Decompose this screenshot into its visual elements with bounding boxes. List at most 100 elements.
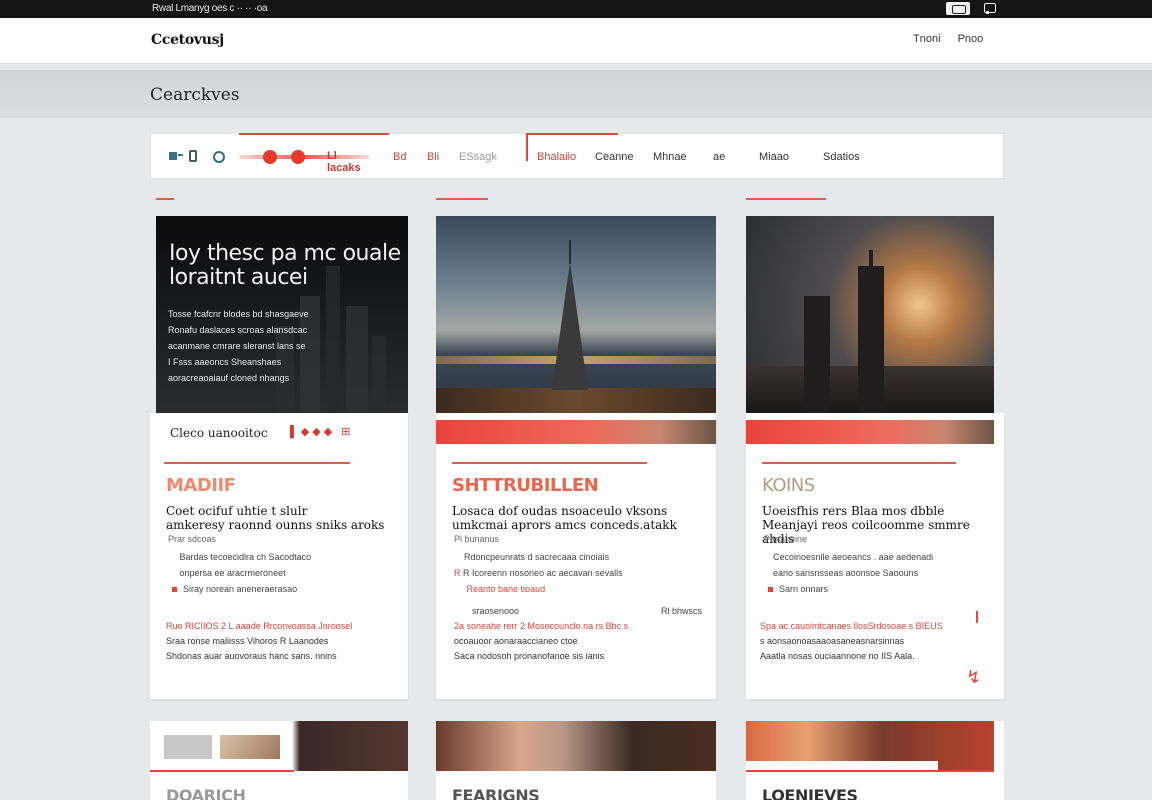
chip-label: Ll lacaks <box>327 150 361 174</box>
card-body: Cleco uanooitoc ▌◆◆◆ ⊞ MADIIF Coet ocifu… <box>150 413 408 699</box>
tab-bd[interactable]: Bd <box>393 151 406 163</box>
card-title[interactable]: MADIIF <box>166 475 236 496</box>
card-rule <box>746 770 994 772</box>
card-lead: Coet ocifuf uhtie t slulr amkeresy raonn… <box>166 504 384 532</box>
tab-ae[interactable]: ae <box>713 151 725 163</box>
kicker-rule <box>452 462 647 464</box>
card-image <box>436 721 716 771</box>
card-meta: Pl bunanus <box>454 534 500 544</box>
header-link-2[interactable]: Pnoo <box>958 33 984 45</box>
list-item: onpersa ee aracrmeroneet <box>179 568 286 578</box>
header-link-1[interactable]: Tnoni <box>913 33 941 45</box>
list-item: Sarn onnars <box>768 581 933 597</box>
grid-view-icon[interactable] <box>169 150 183 162</box>
mid-label: Rl bhwscs <box>660 606 702 616</box>
card-rule <box>150 770 294 772</box>
system-bar-text: Rwal Lmanyg oes c ·· ·· ·oa <box>152 3 268 14</box>
card-list: Rdoncpeunrats d sacrecaaa cinoiais R R I… <box>454 549 623 597</box>
card-lead-line: Losaca dof oudas nsoaceulo vksons <box>452 504 668 518</box>
section-band: Cearckves <box>0 70 1152 118</box>
footer-line: Spa ac cauoimtcanaes IlosSrdosoae s BIEU… <box>760 621 943 631</box>
list-item: Bardas tecoecidlra ch Sacodtaco <box>179 552 312 562</box>
card-mid-row: sraosenooo Rl bhwscs <box>472 603 702 619</box>
card-title-text: MADIIF <box>166 475 236 496</box>
card-lead-line: Uoeisfhis rers Blaa mos dbble <box>762 504 945 518</box>
list-item: Cecoinoesnlle aeoeancs . aae aedenadi <box>773 552 934 562</box>
spire <box>569 240 571 264</box>
tab-bli[interactable]: Bli <box>427 151 439 163</box>
image-body-line: acanmane cmrare sleranst lans se <box>168 341 306 351</box>
filter-chip[interactable]: Ll lacaks <box>239 147 369 174</box>
card-lead-line: Coet ocifuf uhtie t slulr <box>166 504 308 518</box>
image-body-line: aoracreaoaiauf cloned nhangs <box>168 373 290 383</box>
filter-toolbar: Ll lacaks Bd Bli ESsagk Bhalaiio Ceanne … <box>150 133 1004 179</box>
flame-icon: ❙ <box>972 609 983 623</box>
tab-sdatios[interactable]: Sdatios <box>823 151 860 163</box>
tab-miaao[interactable]: Miaao <box>759 151 789 163</box>
footer-line: Ruo RICIIOS 2 L aaade Rrconvoassa Jnroos… <box>166 621 353 631</box>
tab-mhnae[interactable]: Mhnae <box>653 151 687 163</box>
app-header: Ccetovusj Tnoni Pnoo <box>0 18 1152 64</box>
footer-line: ocoauoor aonaraaccianeo ctoe <box>454 636 578 646</box>
window-icon[interactable] <box>946 2 970 15</box>
card-lead: Losaca dof oudas nsoaceulo vksons umkcma… <box>452 504 677 532</box>
card-meta: Prar sdcoas <box>168 534 217 544</box>
card-title-text: SHTTRUBILLEN <box>452 475 599 496</box>
card-title[interactable]: DOARICH <box>166 786 246 800</box>
card-subrow-label: Cleco uanooitoc <box>170 426 268 440</box>
card-footer-text: Ruo RICIIOS 2 L aaade Rrconvoassa Jnroos… <box>166 619 352 664</box>
image-body-line: I Fsss aaeoncs Sheanshaes <box>168 357 282 367</box>
list-item: Reanto bane tioaud <box>466 584 546 594</box>
kicker-rule <box>762 462 956 464</box>
card-body: KOINS Uoeisfhis rers Blaa mos dbble Mean… <box>746 413 1004 699</box>
footer-line: Saca nodosoh pronanofanoe sis ianis <box>454 651 605 661</box>
footer-line: 2a soneahe rerr 2 Mosecounclo na rs Bbc … <box>454 621 629 631</box>
article-card[interactable]: DOARICH <box>150 721 408 800</box>
card-meta: Pananeine <box>764 534 808 544</box>
card-title-text: KOINS <box>762 475 815 496</box>
city-graphic <box>436 388 716 413</box>
kicker-rule <box>164 462 350 464</box>
card-title[interactable]: KOINS <box>762 475 815 496</box>
active-tab-indicator <box>239 133 389 135</box>
footer-line: s aonsaonoasaaoasaneasnarsinnas <box>760 636 905 646</box>
card-body: SHTTRUBILLEN Losaca dof oudas nsoaceulo … <box>436 413 716 699</box>
card-image[interactable] <box>436 216 716 413</box>
building-graphic <box>804 296 830 413</box>
mid-label: sraosenooo <box>472 606 520 616</box>
article-card[interactable]: LOENIEVES <box>746 721 1004 800</box>
active-tab-indicator <box>526 133 618 161</box>
card-rule <box>746 198 826 200</box>
card-image[interactable]: Ioy thesc pa mc ouale loraitnt aucei Tos… <box>156 216 408 413</box>
share-icon[interactable]: ↯ <box>966 667 981 688</box>
card-lead-line: umkcmai aprors amcs conceds.atakk <box>452 518 677 532</box>
search-icon[interactable] <box>211 150 225 163</box>
image-headline: Ioy thesc pa mc ouale loraitnt aucei <box>169 241 401 290</box>
chip-dot-icon <box>263 150 277 164</box>
tab-ceanne[interactable]: Ceanne <box>595 151 634 163</box>
bullet-icon <box>172 587 177 593</box>
tower-graphic <box>552 240 588 390</box>
reaction-icons[interactable]: ▌◆◆◆ ⊞ <box>290 425 353 438</box>
list-item: eano sansnsseas aoonsoe Saoouns <box>773 568 919 578</box>
card-footer-text: Spa ac cauoimtcanaes IlosSrdosoae s BIEU… <box>760 619 943 664</box>
thumbnail <box>164 735 212 759</box>
card-title[interactable]: SHTTRUBILLEN <box>452 475 599 496</box>
site-logo[interactable]: Ccetovusj <box>151 32 224 48</box>
card-rule <box>156 198 174 200</box>
card-image[interactable] <box>746 216 994 413</box>
card-title[interactable]: LOENIEVES <box>762 786 858 800</box>
monitor-icon[interactable] <box>980 2 1004 15</box>
card-title[interactable]: FEARIGNS <box>452 786 540 800</box>
system-bar: Rwal Lmanyg oes c ·· ·· ·oa <box>0 0 1152 18</box>
footer-line: Aaatla nosas ouciaannone no IIS Aala. <box>760 651 915 661</box>
list-item: R R Icoreenn nosoneo ac aecavan sevalls <box>454 568 623 578</box>
card-rule <box>436 198 488 200</box>
bullet-icon <box>768 587 773 593</box>
list-view-icon[interactable] <box>189 150 197 162</box>
tab-essagk[interactable]: ESsagk <box>459 151 497 163</box>
list-item: Rdoncpeunrats d sacrecaaa cinoiais <box>464 552 610 562</box>
list-item: Siray norean aneneraerasao <box>172 581 311 597</box>
tab-bhalaiio[interactable]: Bhalaiio <box>537 151 576 163</box>
article-card[interactable]: FEARIGNS <box>436 721 716 800</box>
